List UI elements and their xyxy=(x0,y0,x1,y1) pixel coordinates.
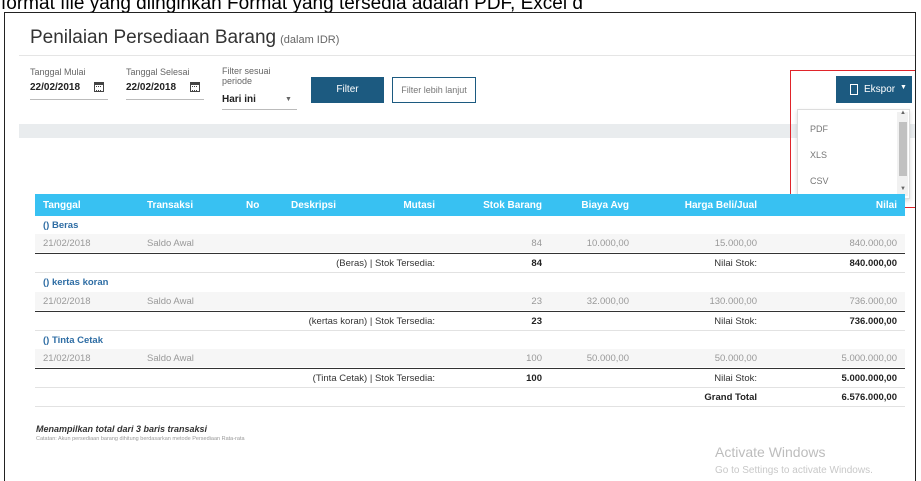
page-title: Penilaian Persediaan Barang (dalam IDR) xyxy=(30,27,339,49)
cell-avg-cost: 50.000,00 xyxy=(586,353,629,364)
footer-summary: Menampilkan total dari 3 baris transaksi xyxy=(36,424,208,434)
cell-price: 130.000,00 xyxy=(709,296,757,307)
period-label: Filter sesuai periode xyxy=(222,66,271,86)
summary-label: (Tinta Cetak) | Stok Tersedia: xyxy=(312,373,435,384)
page-title-text: Penilaian Persediaan Barang xyxy=(30,27,277,48)
cell-transaction: Saldo Awal xyxy=(147,353,194,364)
summary-stock: 84 xyxy=(531,258,542,269)
header-nilai: Nilai xyxy=(875,200,897,211)
grand-total-row: Grand Total 6.576.000,00 xyxy=(35,388,905,406)
header-transaksi: Transaksi xyxy=(147,200,194,211)
cell-stock: 84 xyxy=(531,238,542,249)
cell-stock: 23 xyxy=(531,296,542,307)
group-row: () Tinta Cetak xyxy=(35,331,905,349)
highlight-box xyxy=(790,70,915,208)
header-stok-barang: Stok Barang xyxy=(483,200,542,211)
cell-value: 840.000,00 xyxy=(849,238,897,249)
cell-transaction: Saldo Awal xyxy=(147,238,194,249)
cell-avg-cost: 10.000,00 xyxy=(586,238,629,249)
summary-row: (kertas koran) | Stok Tersedia: 23 Nilai… xyxy=(35,312,905,330)
period-label-line-1: Filter sesuai xyxy=(222,66,271,76)
end-date-input[interactable]: 22/02/2018 xyxy=(126,82,176,93)
header-mutasi: Mutasi xyxy=(403,200,435,211)
header-biaya-avg: Biaya Avg xyxy=(581,200,629,211)
table-row: 21/02/2018 Saldo Awal 100 50.000,00 50.0… xyxy=(35,349,905,367)
header-harga: Harga Beli/Jual xyxy=(684,200,757,211)
summary-nilai-label: Nilai Stok: xyxy=(714,258,757,269)
filter-button[interactable]: Filter xyxy=(311,77,384,103)
cell-date: 21/02/2018 xyxy=(43,296,91,307)
summary-stock: 100 xyxy=(526,373,542,384)
cell-date: 21/02/2018 xyxy=(43,238,91,249)
cell-date: 21/02/2018 xyxy=(43,353,91,364)
end-date-underline xyxy=(126,99,204,100)
table-row: 21/02/2018 Saldo Awal 23 32.000,00 130.0… xyxy=(35,292,905,310)
chevron-down-icon[interactable]: ▼ xyxy=(285,96,292,103)
period-label-line-2: periode xyxy=(222,76,253,86)
summary-nilai: 5.000.000,00 xyxy=(841,373,897,384)
header-deskripsi: Deskripsi xyxy=(291,200,337,211)
cell-transaction: Saldo Awal xyxy=(147,296,194,307)
cell-avg-cost: 32.000,00 xyxy=(586,296,629,307)
summary-nilai-label: Nilai Stok: xyxy=(714,316,757,327)
summary-nilai: 736.000,00 xyxy=(849,316,897,327)
advanced-filter-button[interactable]: Filter lebih lanjut xyxy=(392,77,476,103)
page-title-sub: (dalam IDR) xyxy=(280,34,340,46)
group-row: () Beras xyxy=(35,216,905,234)
cell-price: 50.000,00 xyxy=(714,353,757,364)
grand-total-label: Grand Total xyxy=(704,392,757,403)
header-no: No xyxy=(246,200,260,211)
activate-windows-subtitle: Go to Settings to activate Windows. xyxy=(715,465,873,476)
summary-nilai-label: Nilai Stok: xyxy=(714,373,757,384)
table-row: 21/02/2018 Saldo Awal 84 10.000,00 15.00… xyxy=(35,234,905,252)
table-header: Tanggal Transaksi No Deskripsi Mutasi St… xyxy=(35,194,905,216)
end-date-label: Tanggal Selesai xyxy=(126,67,190,77)
start-date-label: Tanggal Mulai xyxy=(30,67,86,77)
group-name: () Beras xyxy=(43,220,79,231)
title-divider xyxy=(19,55,915,56)
header-tanggal: Tanggal xyxy=(43,200,81,211)
calendar-icon[interactable] xyxy=(94,82,104,92)
period-select[interactable]: Hari ini xyxy=(222,94,256,105)
summary-label: (kertas koran) | Stok Tersedia: xyxy=(308,316,435,327)
cell-stock: 100 xyxy=(526,353,542,364)
group-name: () Tinta Cetak xyxy=(43,335,104,346)
calendar-icon[interactable] xyxy=(190,82,200,92)
row-divider xyxy=(35,406,905,407)
activate-windows-title: Activate Windows xyxy=(715,444,826,460)
cell-value: 5.000.000,00 xyxy=(841,353,897,364)
group-name: () kertas koran xyxy=(43,277,109,288)
group-row: () kertas koran xyxy=(35,273,905,291)
period-underline xyxy=(222,109,297,110)
summary-nilai: 840.000,00 xyxy=(849,258,897,269)
cell-price: 15.000,00 xyxy=(714,238,757,249)
summary-row: (Tinta Cetak) | Stok Tersedia: 100 Nilai… xyxy=(35,369,905,387)
section-separator xyxy=(19,124,915,138)
summary-label: (Beras) | Stok Tersedia: xyxy=(336,258,435,269)
cell-value: 736.000,00 xyxy=(849,296,897,307)
grand-total-value: 6.576.000,00 xyxy=(841,392,897,403)
app-frame: Penilaian Persediaan Barang (dalam IDR) T… xyxy=(4,12,916,481)
summary-row: (Beras) | Stok Tersedia: 84 Nilai Stok: … xyxy=(35,254,905,272)
footer-note: Catatan: Akun persediaan barang dihitung… xyxy=(36,436,245,442)
start-date-underline xyxy=(30,99,108,100)
summary-stock: 23 xyxy=(531,316,542,327)
start-date-input[interactable]: 22/02/2018 xyxy=(30,82,80,93)
